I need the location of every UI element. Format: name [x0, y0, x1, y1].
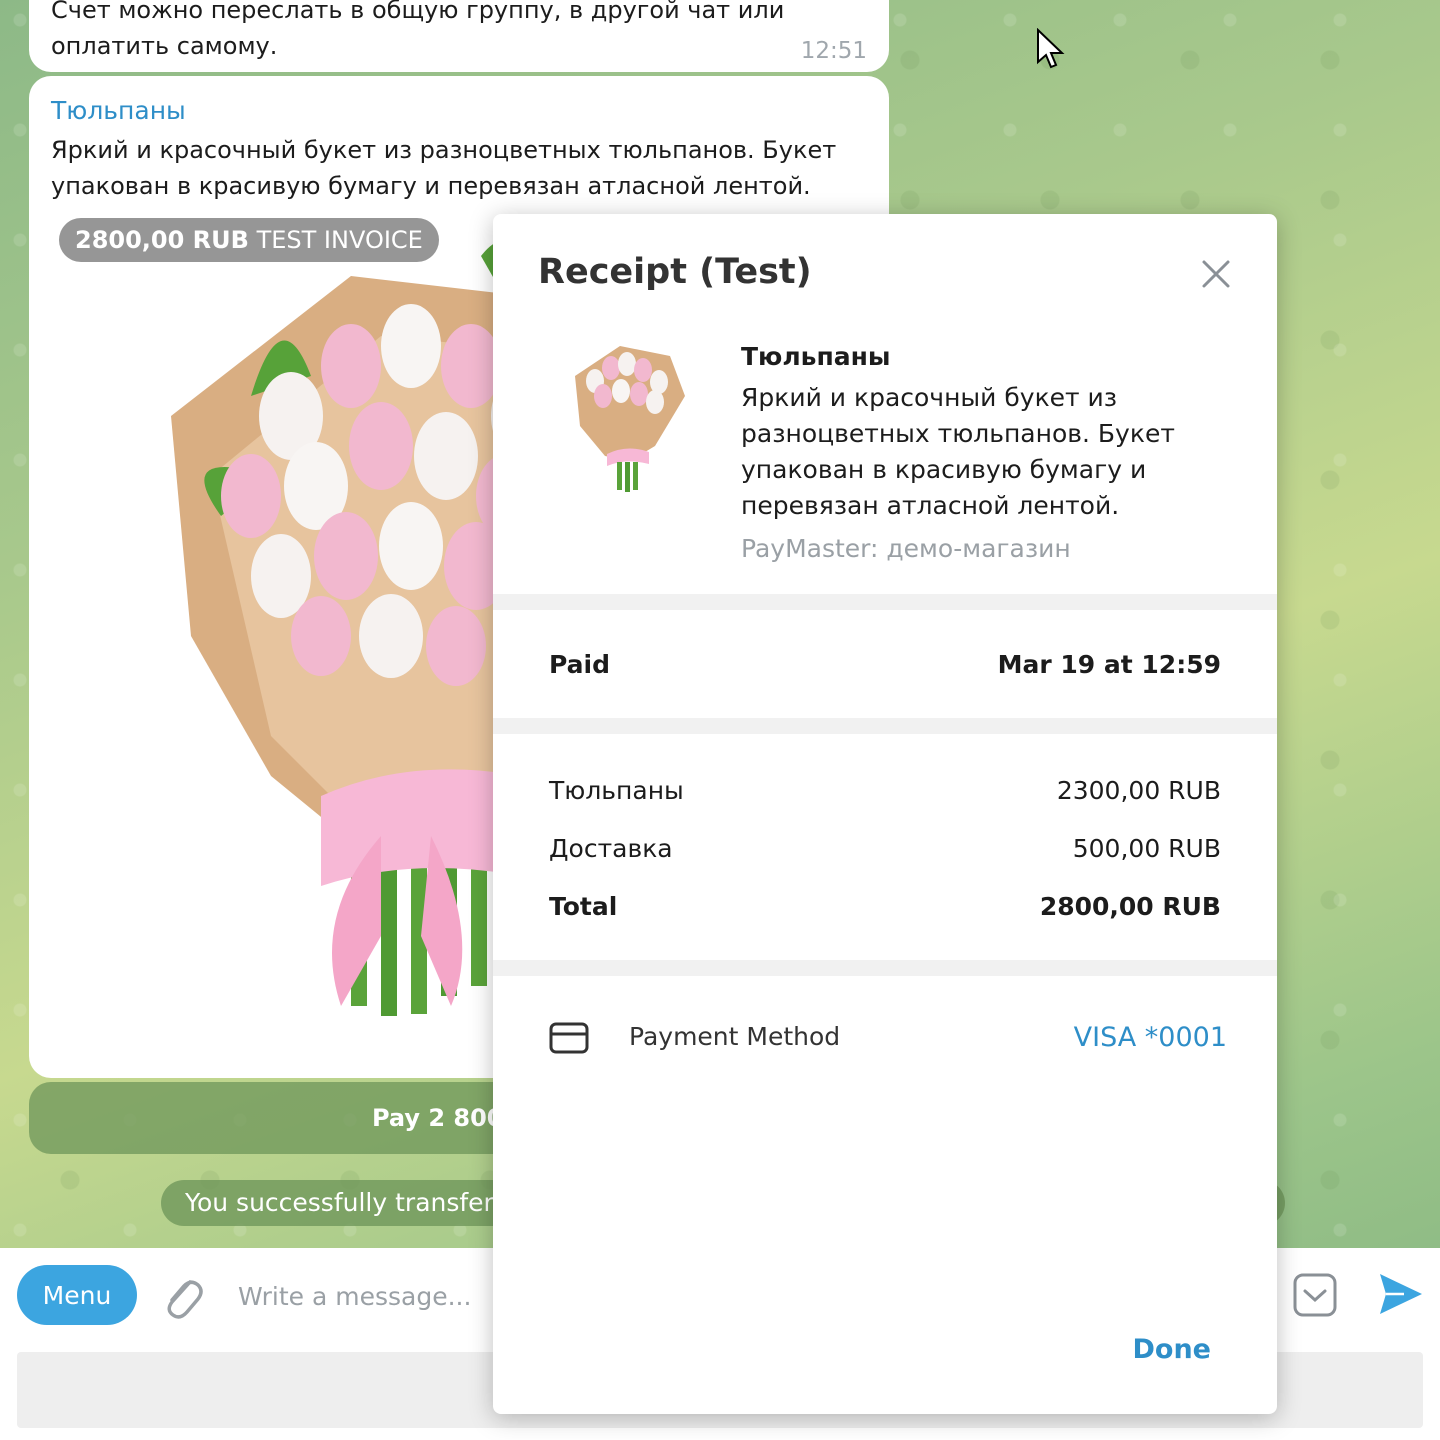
- section-divider: [493, 960, 1277, 976]
- card-icon: [549, 1022, 589, 1054]
- invoice-price-badge: 2800,00 RUB TEST INVOICE: [59, 218, 439, 262]
- paid-row: Paid Mar 19 at 12:59: [549, 650, 1221, 679]
- close-icon[interactable]: [1196, 254, 1236, 294]
- message-time: 12:51: [800, 38, 867, 64]
- receipt-dialog: Receipt (Test) Тюльпаны Яркий и красочны…: [493, 214, 1277, 1414]
- product-description: Яркий и красочный букет из разноцветных …: [741, 383, 1175, 520]
- attach-icon[interactable]: [160, 1272, 204, 1320]
- total-row: Total 2800,00 RUB: [549, 892, 1221, 921]
- invoice-title: Тюльпаны: [51, 96, 186, 125]
- paid-label: Paid: [549, 650, 610, 679]
- message-text: Счет можно переслать в общую группу, в д…: [51, 0, 785, 60]
- dialog-title: Receipt (Test): [538, 252, 812, 292]
- message-bubble: Счет можно переслать в общую группу, в д…: [29, 0, 889, 72]
- line-item-row: Доставка 500,00 RUB: [549, 834, 1221, 863]
- section-divider: [493, 718, 1277, 734]
- price-label: TEST INVOICE: [256, 226, 423, 254]
- line-item-row: Тюльпаны 2300,00 RUB: [549, 776, 1221, 805]
- price-amount: 2800,00 RUB: [75, 226, 249, 254]
- payment-method-value[interactable]: VISA *0001: [1074, 1022, 1227, 1053]
- cursor-icon: [1037, 28, 1065, 69]
- section-divider: [493, 594, 1277, 610]
- paid-date: Mar 19 at 12:59: [997, 650, 1221, 679]
- line-item-price: 2300,00 RUB: [1056, 776, 1221, 805]
- invoice-description: Яркий и красочный букет из разноцветных …: [51, 136, 837, 200]
- product-seller: PayMaster: демо-магазин: [741, 534, 1071, 563]
- line-item-label: Тюльпаны: [549, 776, 684, 805]
- bot-keyboard-icon[interactable]: [1292, 1272, 1338, 1318]
- total-value: 2800,00 RUB: [1039, 892, 1221, 921]
- line-item-price: 500,00 RUB: [1072, 834, 1221, 863]
- line-item-label: Доставка: [549, 834, 673, 863]
- payment-method-label: Payment Method: [629, 1022, 841, 1051]
- product-name: Тюльпаны: [741, 342, 891, 371]
- total-label: Total: [549, 892, 618, 921]
- done-button[interactable]: Done: [1133, 1334, 1212, 1365]
- menu-button[interactable]: Menu: [17, 1265, 137, 1325]
- send-icon[interactable]: [1378, 1272, 1424, 1316]
- product-thumbnail: [575, 346, 685, 492]
